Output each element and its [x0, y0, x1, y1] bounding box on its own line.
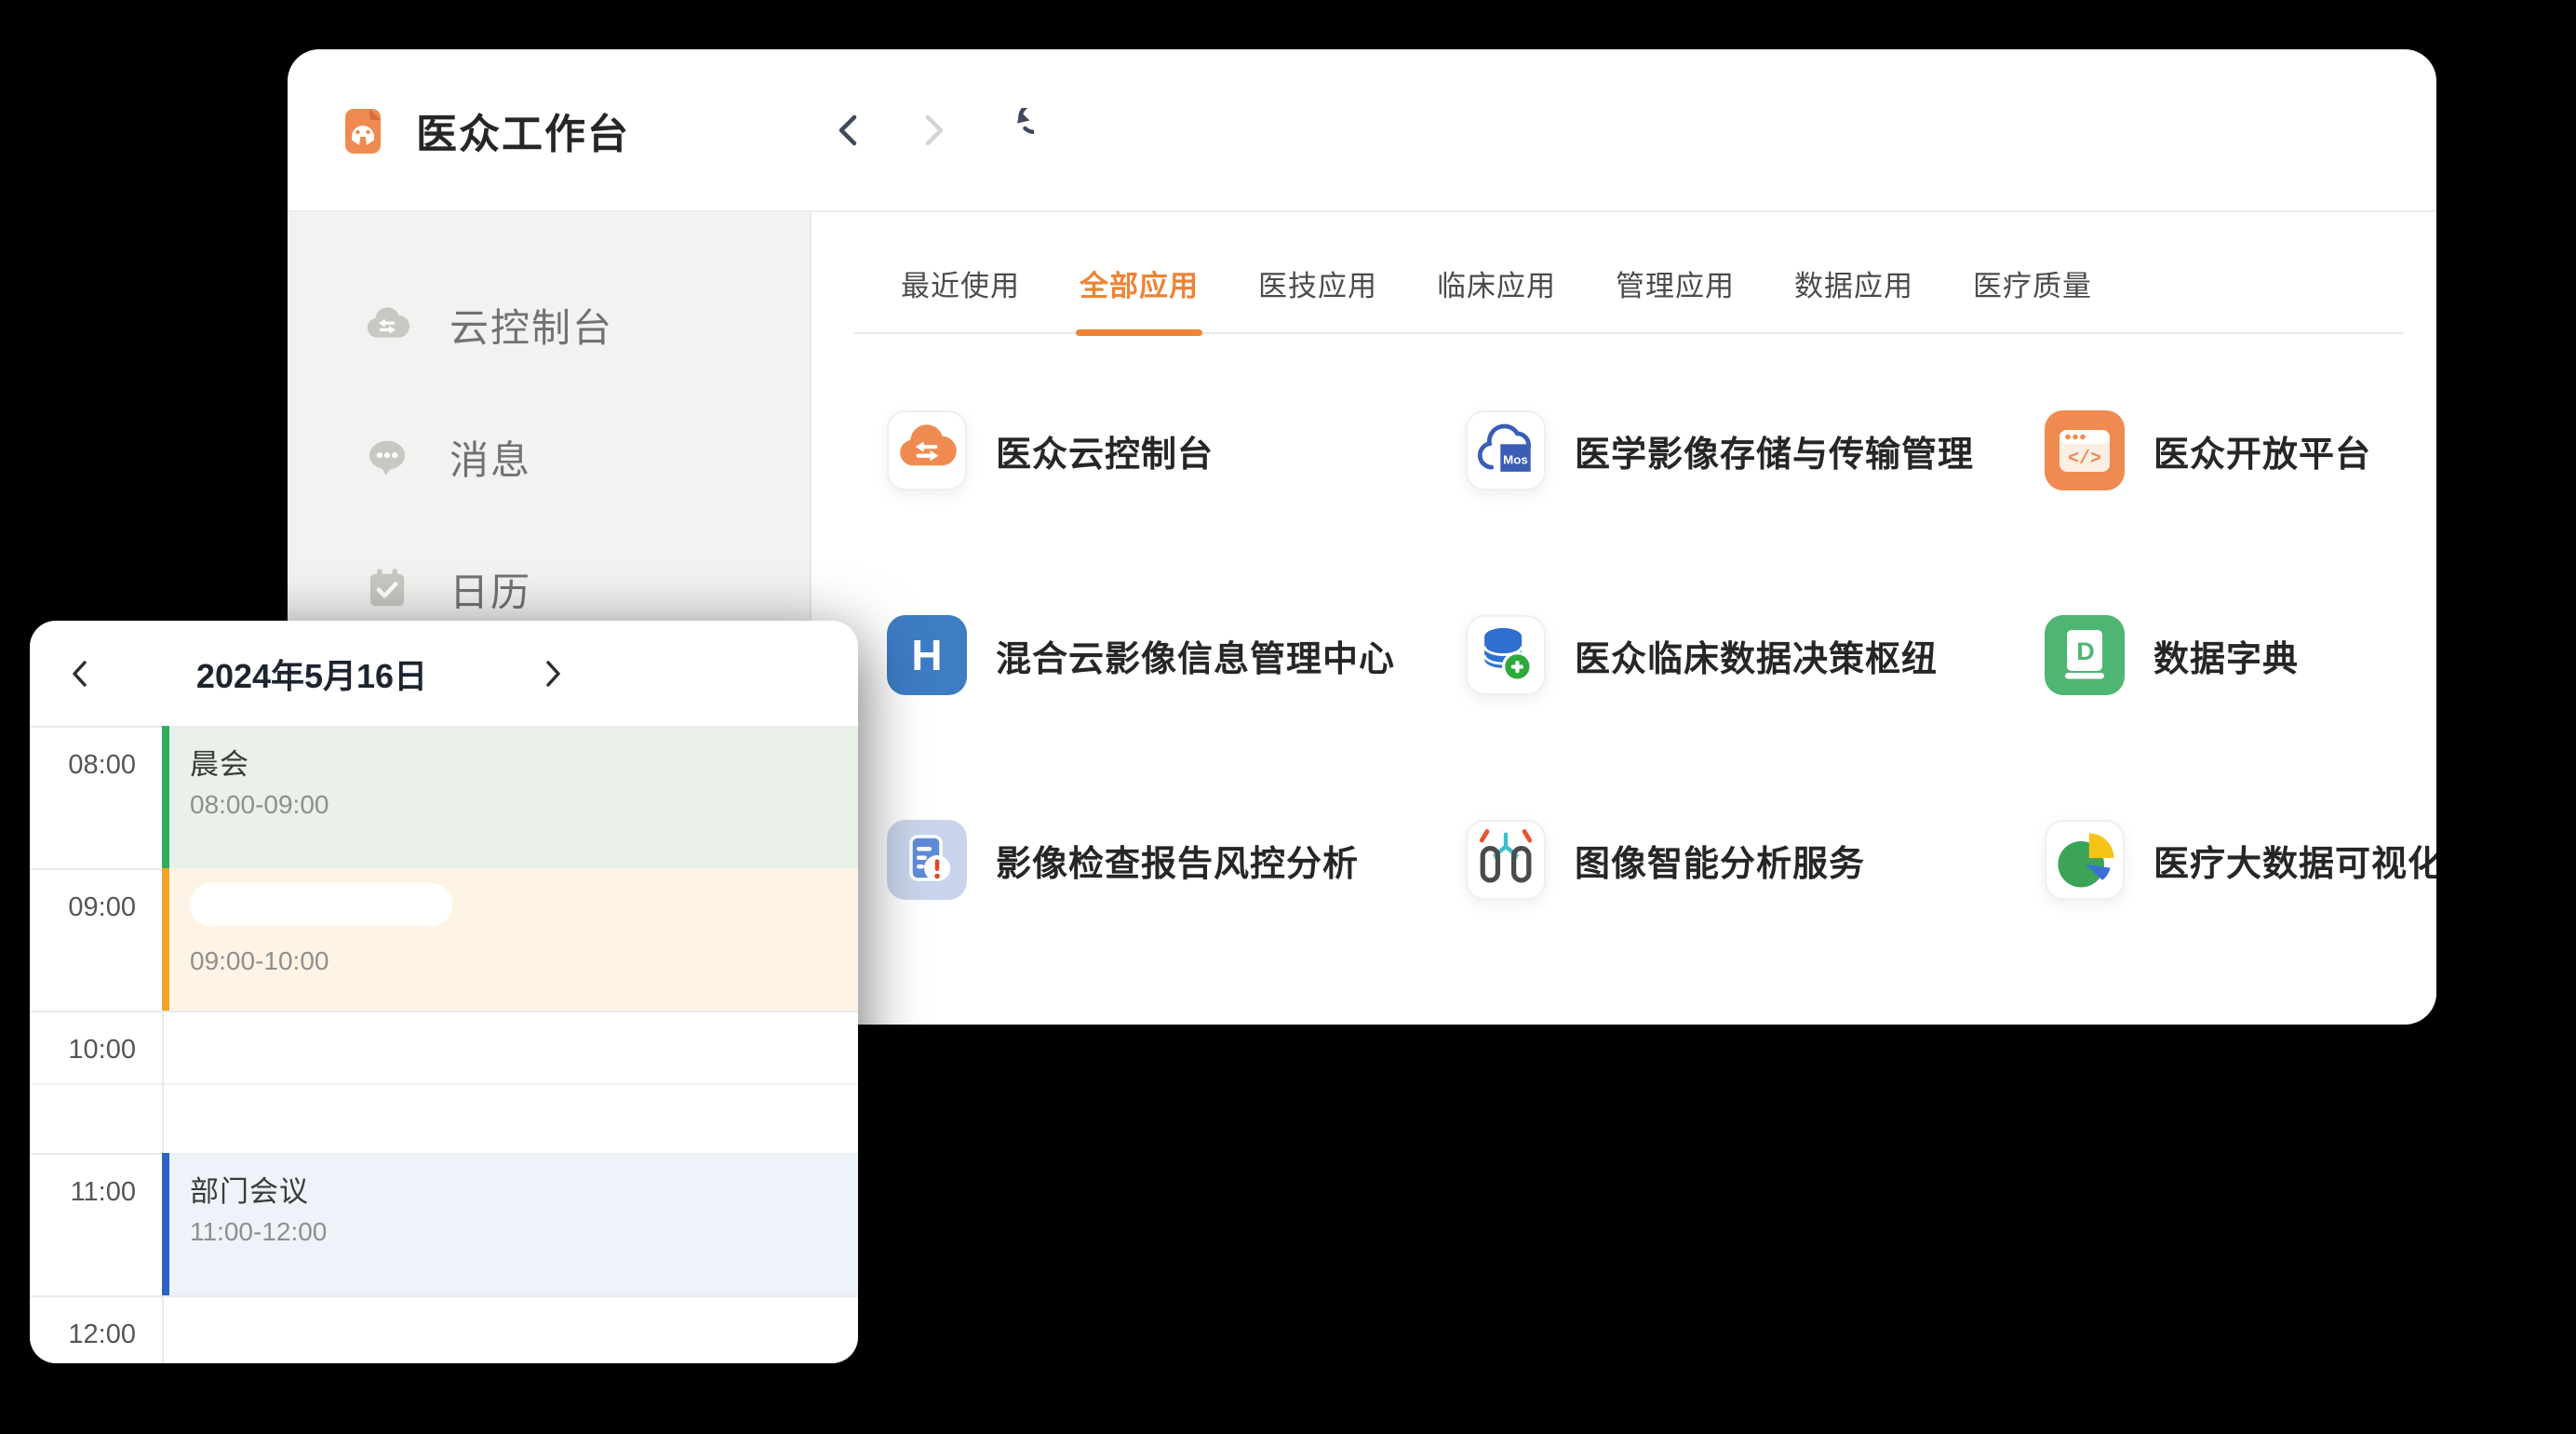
desktop-background: 医众工作台 [0, 0, 2576, 1434]
refresh-icon [989, 108, 1034, 153]
tab-admin-apps[interactable]: 管理应用 [1616, 262, 1735, 332]
time-label: 12:00 [30, 1297, 162, 1350]
calendar-header: 2024年5月16日 [30, 621, 858, 726]
sidebar-item-label: 消息 [449, 429, 531, 486]
tab-label: 临床应用 [1437, 270, 1556, 302]
time-label: 08:00 [30, 728, 162, 781]
app-label: 医众云控制台 [996, 425, 1214, 476]
tab-label: 医疗质量 [1973, 270, 2092, 302]
calendar-event-redacted[interactable]: 09:00-10:00 [162, 868, 858, 1011]
app-label: 影像检查报告风控分析 [996, 835, 1359, 886]
svg-text:Mos: Mos [1503, 452, 1528, 466]
tab-medtech-apps[interactable]: 医技应用 [1258, 262, 1377, 332]
sidebar-item-label: 日历 [449, 561, 531, 618]
tab-quality[interactable]: 医疗质量 [1973, 262, 2092, 332]
chevron-left-icon [827, 108, 872, 153]
app-big-data-visualization[interactable]: 医疗大数据可视化 [2045, 820, 2436, 900]
refresh-button[interactable] [989, 108, 1034, 153]
tab-bar: 最近使用 全部应用 医技应用 临床应用 管理应用 数据应用 医疗质量 [854, 212, 2404, 334]
tab-label: 最近使用 [901, 270, 1020, 302]
time-label: 09:00 [30, 870, 162, 923]
app-image-ai-analysis[interactable]: 图像智能分析服务 [1466, 820, 2045, 900]
app-cloud-console[interactable]: 医众云控制台 [887, 410, 1466, 490]
time-label: 11:00 [30, 1155, 162, 1208]
event-time: 09:00-10:00 [190, 946, 858, 976]
svg-text:D: D [2076, 637, 2095, 665]
pie-chart-icon [2045, 820, 2125, 900]
app-label: 混合云影像信息管理中心 [996, 630, 1395, 681]
back-button[interactable] [827, 108, 872, 153]
cloud-transfer-icon [360, 298, 414, 352]
app-hybrid-cloud-imaging[interactable]: H 混合云影像信息管理中心 [887, 615, 1466, 695]
app-grid: 医众云控制台 Mos 医学影像存储与传输管理 [887, 410, 2436, 900]
calendar-day-grid: 08:00 09:00 10:00 11:00 12:00 晨会 08:00-0… [30, 726, 858, 1363]
app-label: 医众开放平台 [2153, 425, 2371, 476]
calendar-date-title: 2024年5月16日 [30, 621, 594, 726]
event-time: 11:00-12:00 [190, 1217, 858, 1247]
app-clinical-data-hub[interactable]: 医众临床数据决策枢纽 [1466, 615, 2045, 695]
code-window-icon: </> [2045, 410, 2125, 490]
app-label: 数据字典 [2153, 630, 2299, 681]
tab-label: 全部应用 [1080, 270, 1199, 302]
calendar-row-10: 10:00 [30, 1011, 858, 1153]
calendar-panel: 2024年5月16日 08:00 09:00 10:00 11:00 12:00 [30, 621, 858, 1363]
event-title: 晨会 [190, 741, 858, 783]
app-title: 医众工作台 [416, 101, 630, 160]
half-hour-gridline [30, 1083, 858, 1085]
tab-recent[interactable]: 最近使用 [901, 262, 1020, 332]
svg-text:H: H [911, 631, 942, 679]
sidebar-item-cloud-console[interactable]: 云控制台 [288, 259, 810, 391]
calendar-check-icon [360, 562, 414, 616]
event-title-redacted-pill [190, 883, 452, 926]
tab-label: 数据应用 [1794, 270, 1913, 302]
calendar-next-day-button[interactable] [532, 653, 573, 694]
tab-clinical-apps[interactable]: 临床应用 [1437, 262, 1556, 332]
app-report-risk-analysis[interactable]: 影像检查报告风控分析 [887, 820, 1466, 900]
event-time: 08:00-09:00 [190, 790, 858, 820]
chevron-right-icon [532, 653, 573, 694]
svg-text:</>: </> [2068, 449, 2101, 470]
tab-label: 医技应用 [1258, 270, 1377, 302]
tab-all-apps[interactable]: 全部应用 [1080, 262, 1199, 332]
app-logo-icon [336, 103, 390, 157]
tab-data-apps[interactable]: 数据应用 [1794, 262, 1913, 332]
forward-button[interactable] [910, 108, 955, 153]
calendar-event-morning-meeting[interactable]: 晨会 08:00-09:00 [162, 726, 858, 868]
chevron-right-icon [910, 108, 955, 153]
lungs-icon [1466, 820, 1546, 900]
app-label: 图像智能分析服务 [1575, 835, 1865, 886]
cloud-mos-icon: Mos [1466, 410, 1546, 490]
app-open-platform[interactable]: </> 医众开放平台 [2045, 410, 2436, 490]
app-image-storage-transfer[interactable]: Mos 医学影像存储与传输管理 [1466, 410, 2045, 490]
tab-label: 管理应用 [1616, 270, 1735, 302]
report-alert-icon [887, 820, 967, 900]
orange-cloud-transfer-icon [887, 410, 967, 490]
time-label: 10:00 [30, 1012, 162, 1065]
calendar-row-12: 12:00 [30, 1295, 858, 1363]
message-bubble-icon [360, 430, 414, 484]
event-title: 部门会议 [190, 1168, 858, 1210]
sidebar-item-label: 云控制台 [449, 297, 613, 354]
sidebar-item-messages[interactable]: 消息 [288, 391, 810, 523]
app-label: 医疗大数据可视化 [2153, 835, 2436, 886]
app-data-dictionary[interactable]: D 数据字典 [2045, 615, 2436, 695]
app-label: 医学影像存储与传输管理 [1575, 425, 1974, 476]
database-plus-icon [1466, 615, 1546, 695]
calendar-event-department-meeting[interactable]: 部门会议 11:00-12:00 [162, 1153, 858, 1295]
dictionary-book-icon: D [2045, 615, 2125, 695]
app-label: 医众临床数据决策枢纽 [1575, 630, 1938, 681]
window-header: 医众工作台 [288, 49, 2436, 212]
content-area: 最近使用 全部应用 医技应用 临床应用 管理应用 数据应用 医疗质量 [812, 212, 2436, 1023]
h-square-icon: H [887, 615, 967, 695]
